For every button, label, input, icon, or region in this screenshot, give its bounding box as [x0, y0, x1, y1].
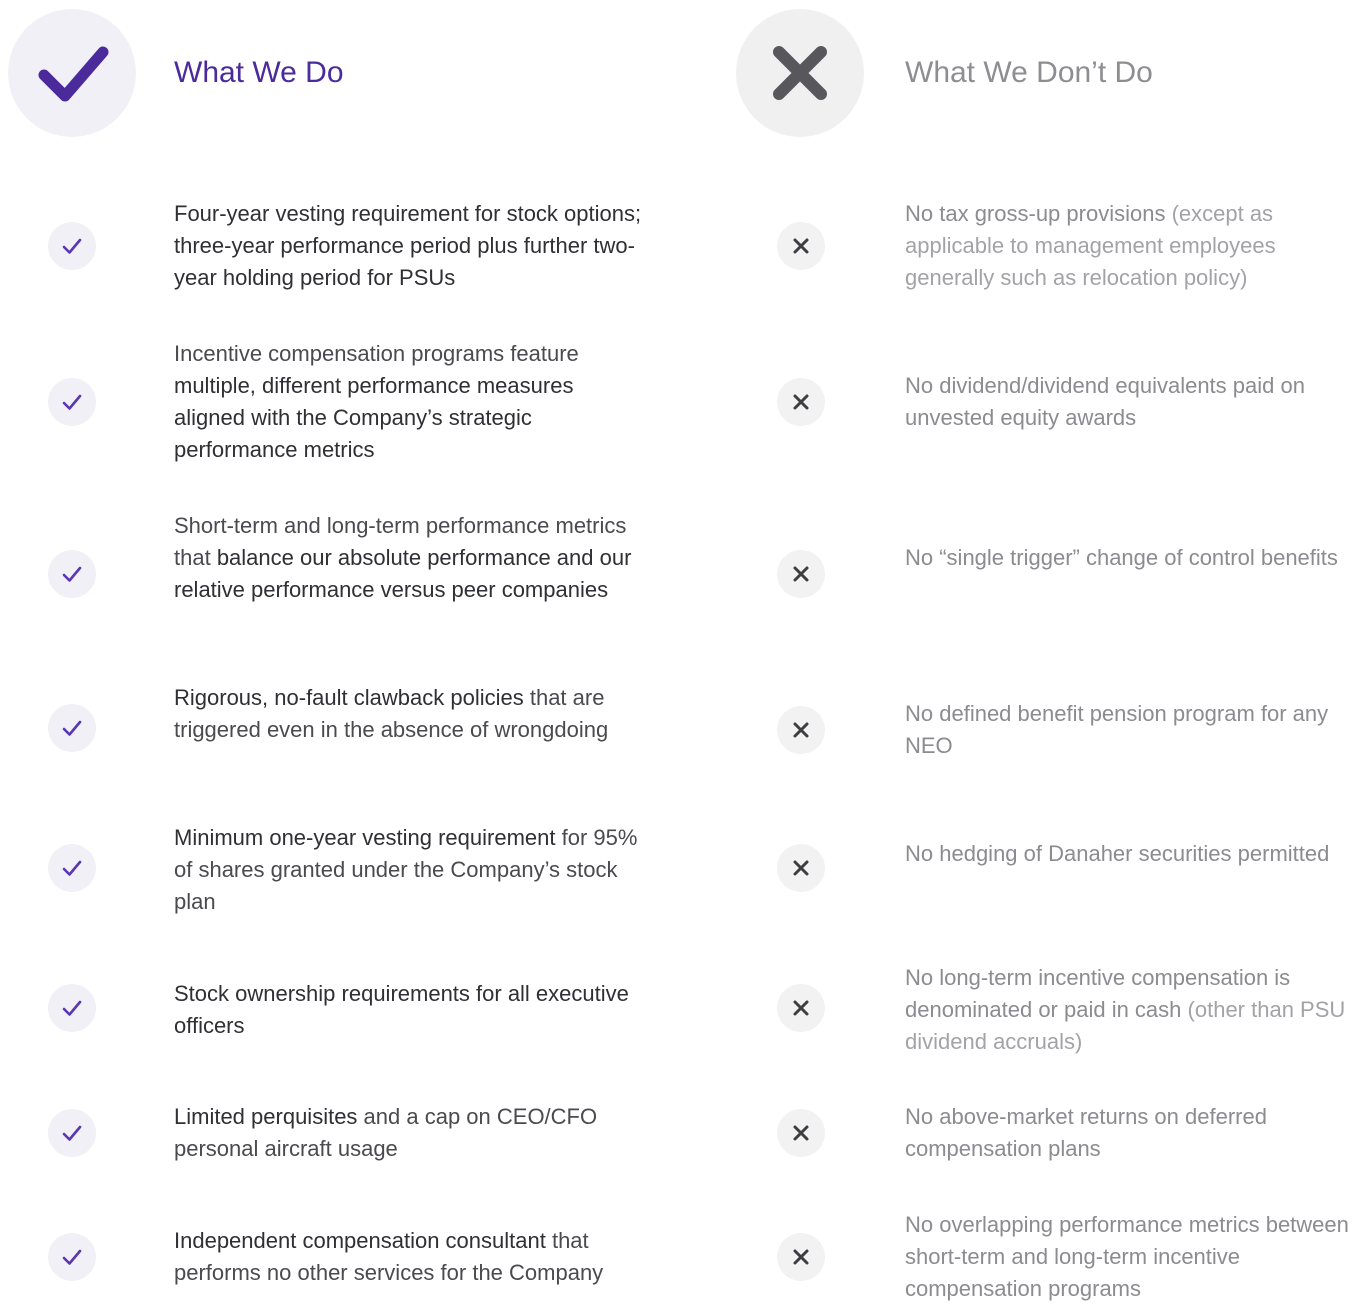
list-item-text: Minimum one-year vesting requirement for…: [174, 825, 638, 914]
x-icon: [777, 1233, 825, 1281]
x-mark-icon: [773, 46, 827, 100]
x-icon: [777, 984, 825, 1032]
list-item-text: Limited perquisites and a cap on CEO/CFO…: [174, 1104, 598, 1161]
list-item-text: Rigorous, no-fault clawback policies tha…: [174, 685, 609, 742]
x-icon: [777, 222, 825, 270]
list-item-text: No “single trigger” change of control be…: [905, 545, 1338, 570]
header-x-mark-badge: [736, 9, 864, 137]
checkmark-icon: [38, 46, 109, 102]
x-icon: [777, 378, 825, 426]
check-icon: [48, 1109, 96, 1157]
check-icon: [48, 984, 96, 1032]
check-icon: [48, 844, 96, 892]
list-item-text: No overlapping performance metrics betwe…: [905, 1212, 1349, 1301]
list-item-text: No hedging of Danaher securities permitt…: [905, 841, 1330, 866]
check-icon: [48, 1233, 96, 1281]
list-item-text: No defined benefit pension program for a…: [905, 701, 1329, 758]
section-title: What We Do: [174, 56, 344, 89]
list-item-text: Incentive compensation programs feature …: [174, 341, 579, 462]
list-item-text: Short-term and long-term performance met…: [174, 513, 632, 602]
list-item-text: No dividend/dividend equivalents paid on…: [905, 373, 1305, 430]
check-icon: [48, 378, 96, 426]
header-checkmark-badge: [8, 9, 136, 137]
list-item-text: Stock ownership requirements for all exe…: [174, 981, 629, 1038]
check-icon: [48, 704, 96, 752]
section-title: What We Don’t Do: [905, 56, 1153, 89]
x-icon: [777, 844, 825, 892]
x-icon: [777, 1109, 825, 1157]
list-item-text: No tax gross-up provisions (except as ap…: [905, 201, 1276, 290]
x-icon: [777, 706, 825, 754]
x-icon: [777, 550, 825, 598]
list-item-text: Independent compensation consultant that…: [174, 1228, 604, 1285]
list-item-text: No above-market returns on deferred comp…: [905, 1104, 1267, 1161]
check-icon: [48, 550, 96, 598]
list-item-text: No long-term incentive compensation is d…: [905, 965, 1346, 1054]
check-icon: [48, 222, 96, 270]
list-item-text: Four-year vesting requirement for stock …: [174, 201, 642, 290]
